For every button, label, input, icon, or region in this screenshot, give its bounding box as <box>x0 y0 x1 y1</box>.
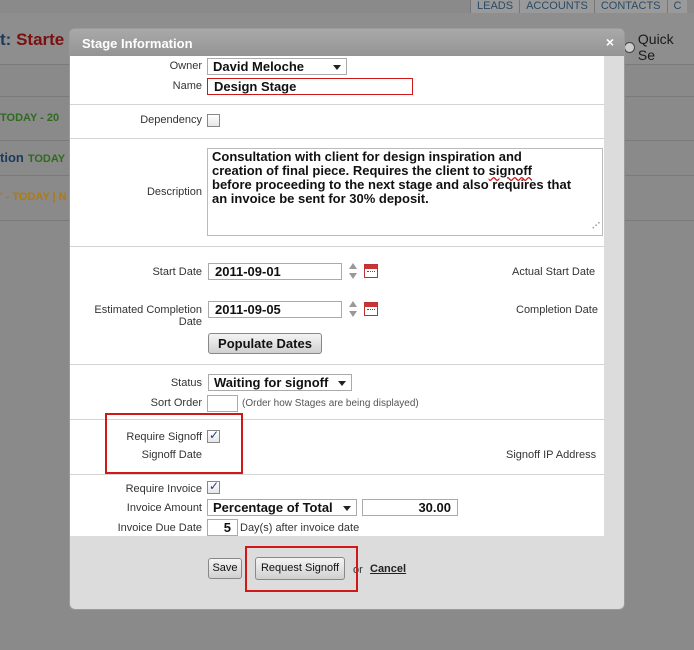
owner-label: Owner <box>169 60 202 72</box>
background-page-title: t: Starte <box>0 30 65 49</box>
invoice-due-input[interactable]: 5 <box>207 519 238 536</box>
completion-date-label: Completion Date <box>516 304 598 316</box>
background-row-1: TODAY - 20 <box>0 112 60 124</box>
close-icon[interactable]: × <box>606 34 614 50</box>
dependency-label: Dependency <box>140 114 202 126</box>
background-row-3: ' - TODAY | N <box>0 191 67 203</box>
spellcheck-word: signoff <box>488 163 532 178</box>
invoice-amount-label: Invoice Amount <box>126 502 202 514</box>
est-completion-calendar-icon[interactable] <box>364 302 378 316</box>
signoff-ip-label: Signoff IP Address <box>506 449 597 461</box>
owner-select[interactable]: David Meloche <box>207 58 347 75</box>
nav-more[interactable]: C <box>666 0 688 13</box>
background-quick-search[interactable]: Quick Se <box>624 31 694 63</box>
section-divider <box>70 246 604 247</box>
section-divider <box>70 104 604 105</box>
signoff-highlight-box <box>105 413 243 474</box>
invoice-due-label: Invoice Due Date <box>117 522 202 534</box>
section-divider <box>70 138 604 139</box>
description-label: Description <box>146 186 202 198</box>
dialog-title: Stage Information <box>82 36 193 51</box>
name-field[interactable]: Design Stage <box>207 78 413 95</box>
sort-order-label: Sort Order <box>150 397 202 409</box>
require-invoice-checkbox[interactable] <box>207 479 220 494</box>
sort-order-input[interactable] <box>207 395 238 412</box>
chevron-down-icon <box>333 65 341 70</box>
dialog-header: Stage Information × <box>70 29 624 56</box>
invoice-type-select[interactable]: Percentage of Total <box>207 499 357 516</box>
est-completion-stepper-icon[interactable] <box>348 301 358 319</box>
actual-start-date-label: Actual Start Date <box>512 266 596 278</box>
start-date-stepper-icon[interactable] <box>348 263 358 281</box>
section-divider <box>70 364 604 365</box>
start-date-input[interactable]: 2011-09-01 <box>208 263 342 280</box>
name-label: Name <box>172 80 202 92</box>
nav-contacts[interactable]: CONTACTS <box>593 0 667 13</box>
populate-dates-button[interactable]: Populate Dates <box>208 333 322 354</box>
start-date-label: Start Date <box>152 266 202 278</box>
est-completion-input[interactable]: 2011-09-05 <box>208 301 342 318</box>
cancel-link[interactable]: Cancel <box>370 563 406 575</box>
background-top-nav: LEADS ACCOUNTS CONTACTS C <box>470 0 694 13</box>
invoice-due-suffix: Day(s) after invoice date <box>240 522 360 534</box>
dependency-checkbox[interactable] <box>207 114 220 127</box>
save-button[interactable]: Save <box>208 558 242 579</box>
background-row-2: tion TODAY <box>0 150 66 165</box>
section-divider <box>70 474 604 475</box>
request-signoff-highlight-box <box>245 546 358 592</box>
start-date-calendar-icon[interactable] <box>364 264 378 278</box>
quick-search-radio[interactable] <box>624 41 635 53</box>
chevron-down-icon <box>343 506 351 511</box>
resize-grip-icon[interactable]: ⋰ <box>592 219 600 233</box>
require-invoice-label: Require Invoice <box>125 483 202 495</box>
status-label: Status <box>170 377 202 389</box>
invoice-amount-input[interactable]: 30.00 <box>362 499 458 516</box>
status-select[interactable]: Waiting for signoff <box>208 374 352 391</box>
description-textarea[interactable]: Consultation with client for design insp… <box>207 148 603 236</box>
nav-accounts[interactable]: ACCOUNTS <box>519 0 594 13</box>
chevron-down-icon <box>338 381 346 386</box>
stage-information-dialog: Stage Information × Owner David Meloche … <box>69 28 625 610</box>
est-completion-label: Estimated Completion Date <box>94 304 202 328</box>
sort-order-hint: (Order how Stages are being displayed) <box>242 398 419 409</box>
nav-leads[interactable]: LEADS <box>470 0 520 13</box>
